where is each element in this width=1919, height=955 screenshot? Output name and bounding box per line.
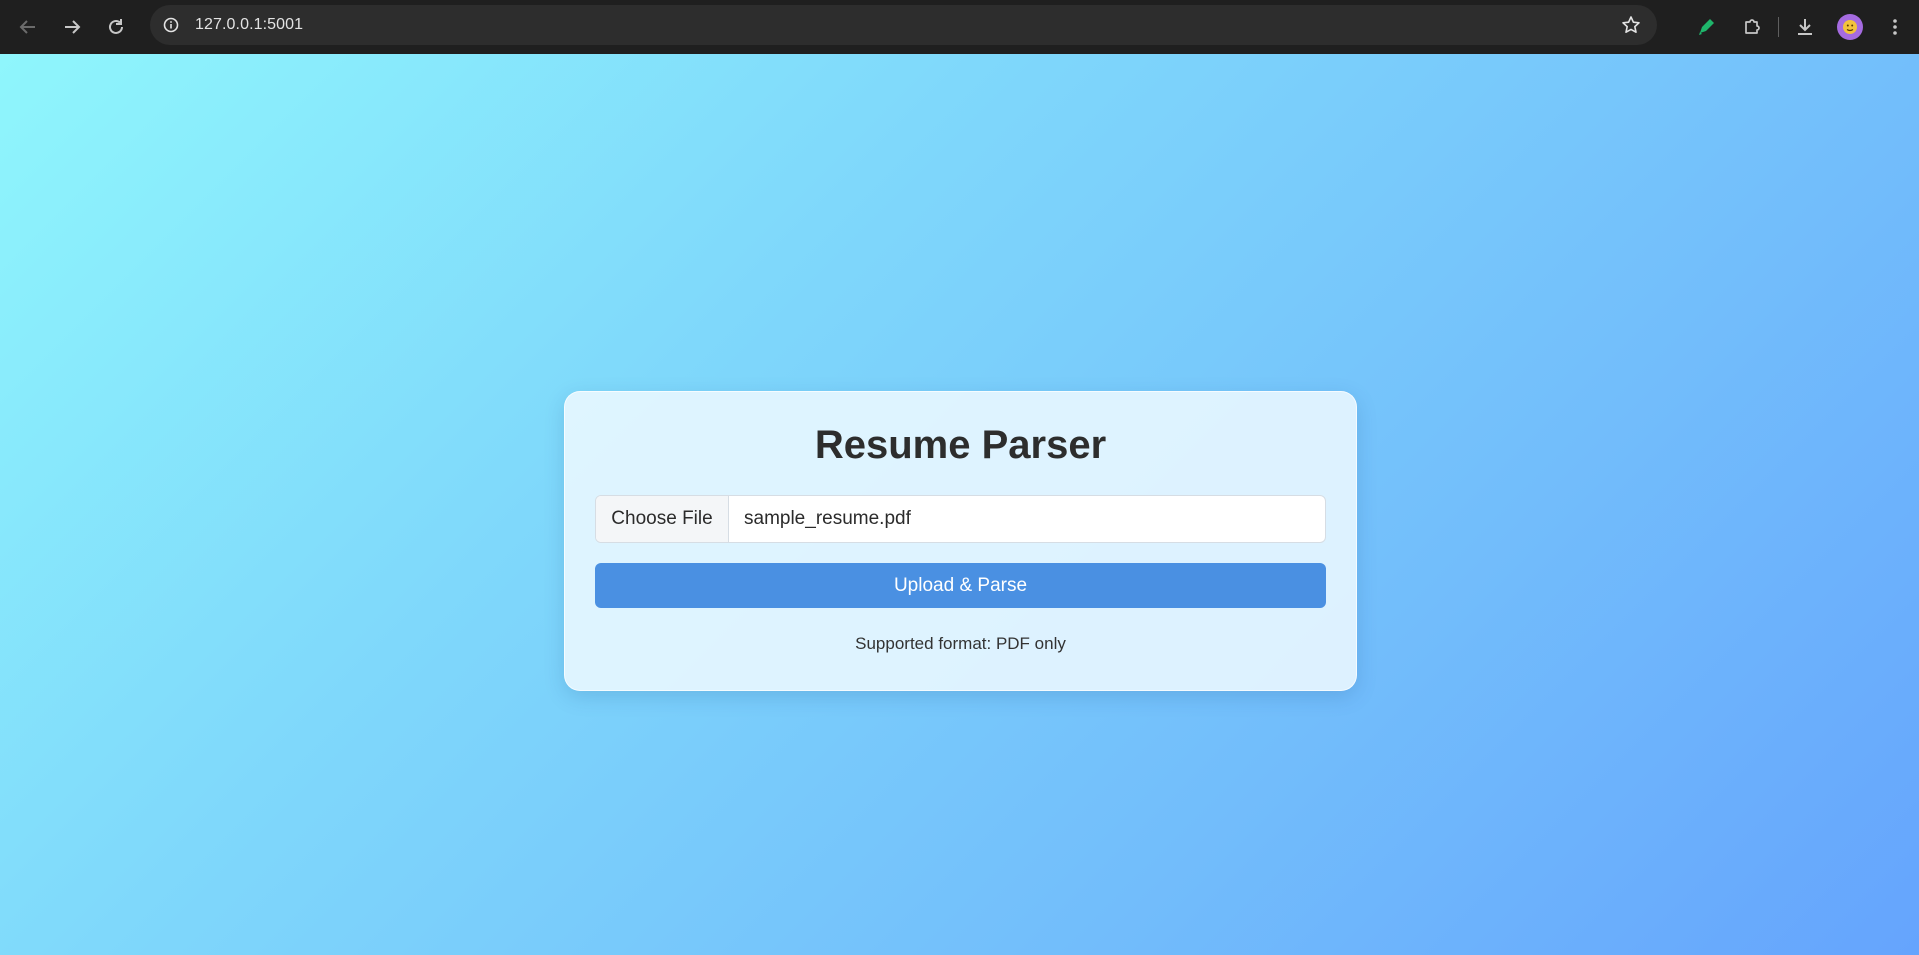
back-button[interactable]	[6, 5, 50, 49]
reload-button[interactable]	[94, 5, 138, 49]
info-icon	[163, 17, 179, 33]
forward-button[interactable]	[50, 5, 94, 49]
star-icon	[1622, 16, 1640, 33]
address-bar[interactable]: 127.0.0.1:5001	[150, 5, 1657, 45]
upload-parse-button[interactable]: Upload & Parse	[595, 563, 1326, 608]
arrow-right-icon	[65, 20, 81, 34]
choose-file-button[interactable]: Choose File	[596, 496, 729, 542]
toolbar-separator	[1778, 17, 1779, 37]
avatar-icon	[1843, 20, 1857, 34]
upload-card: Resume Parser Choose File sample_resume.…	[564, 391, 1357, 691]
browser-toolbar: 127.0.0.1:5001	[0, 0, 1919, 54]
url-text[interactable]: 127.0.0.1:5001	[195, 16, 303, 34]
pen-icon	[1699, 19, 1714, 35]
profile-avatar[interactable]	[1837, 14, 1863, 40]
page-title: Resume Parser	[814, 423, 1107, 467]
extension-pen-button[interactable]	[1692, 13, 1720, 41]
browser-menu-button[interactable]	[1881, 13, 1909, 41]
site-info-button[interactable]	[160, 14, 182, 36]
selected-file-name[interactable]: sample_resume.pdf	[729, 496, 1325, 542]
supported-format-hint: Supported format: PDF only	[855, 634, 1066, 653]
reload-icon	[109, 19, 123, 34]
bookmark-button[interactable]	[1619, 13, 1643, 37]
file-input[interactable]: Choose File sample_resume.pdf	[595, 495, 1326, 543]
toolbar-actions	[1692, 0, 1919, 54]
downloads-button[interactable]	[1791, 13, 1819, 41]
extensions-button[interactable]	[1738, 13, 1766, 41]
kebab-menu-icon	[1893, 19, 1897, 35]
page-viewport: Resume Parser Choose File sample_resume.…	[0, 54, 1919, 955]
download-icon	[1798, 19, 1812, 35]
arrow-left-icon	[19, 20, 35, 34]
puzzle-icon	[1745, 19, 1760, 34]
